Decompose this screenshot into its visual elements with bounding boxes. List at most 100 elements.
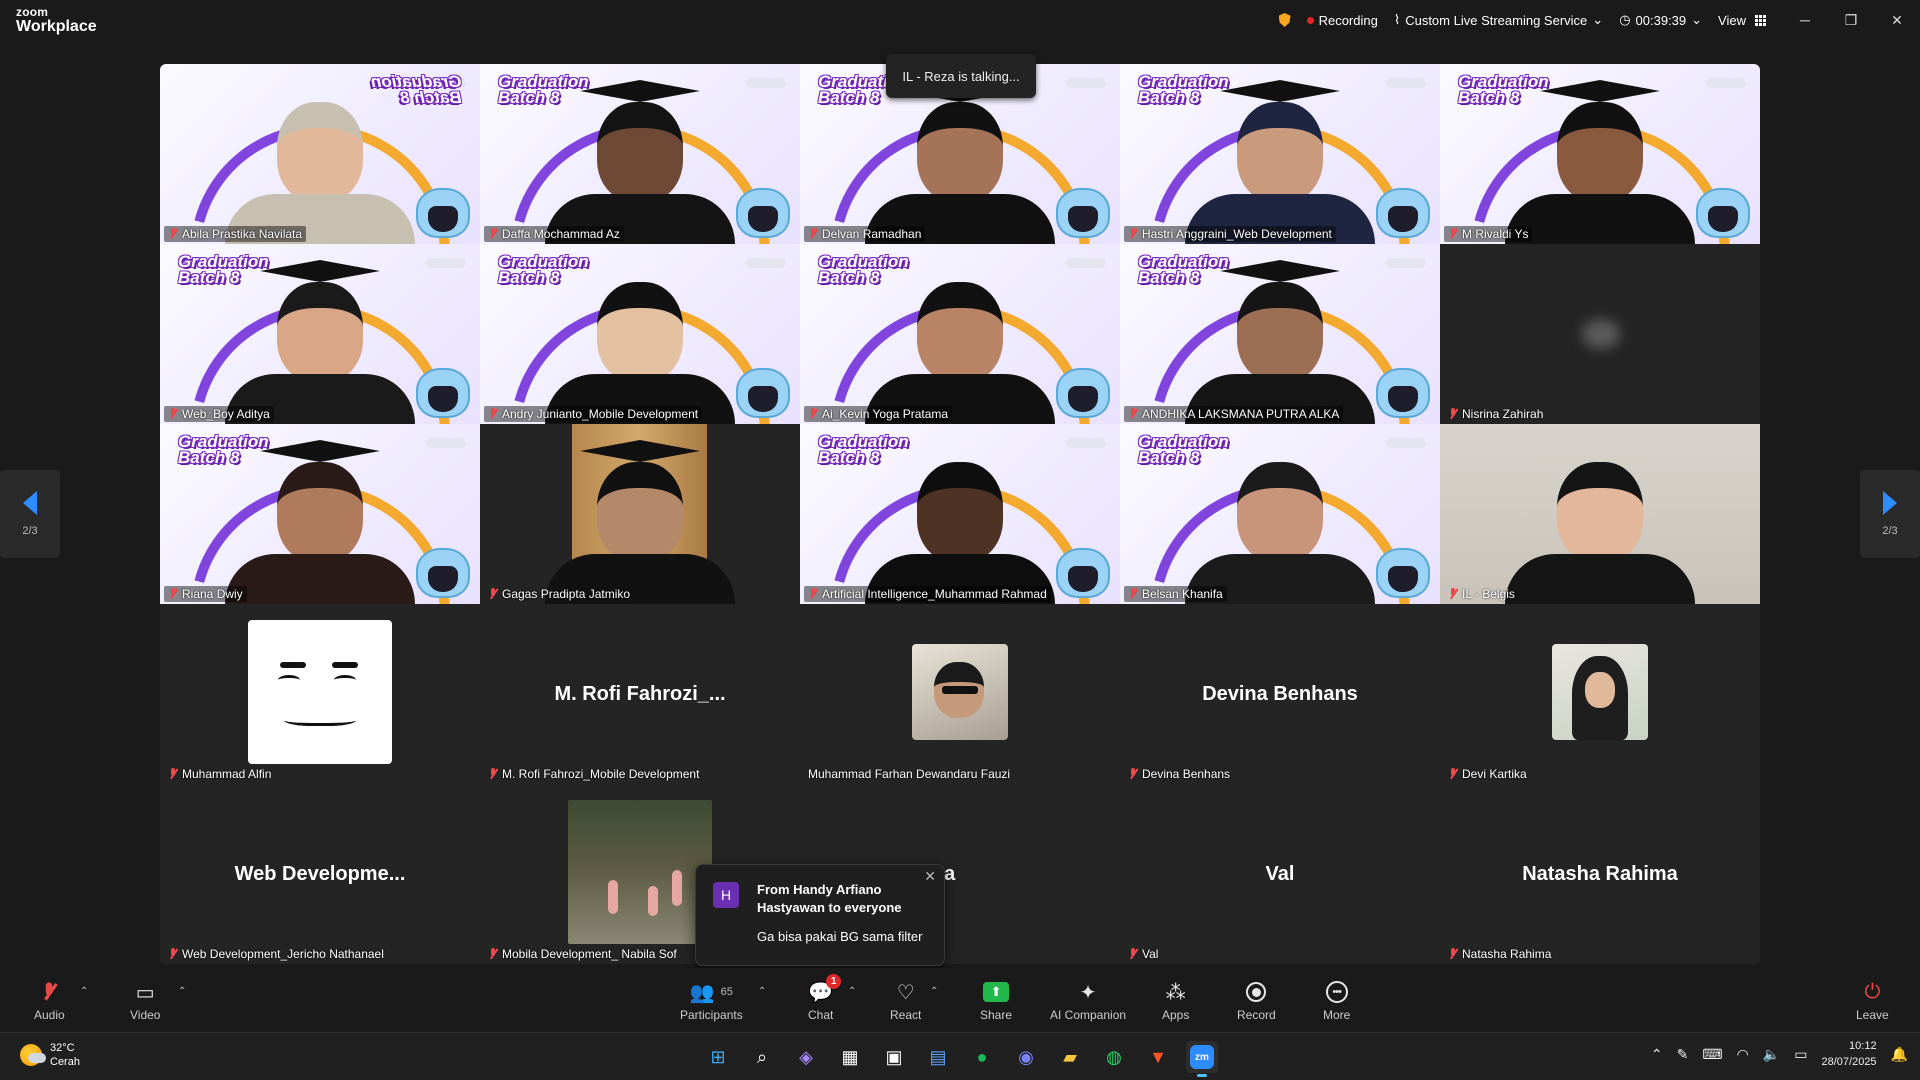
participant-tile[interactable]: Graduation Batch 8 Andry Junianto_Mobile D…: [480, 244, 800, 424]
chevron-down-icon: ⌄: [1691, 12, 1703, 27]
graduation-cap-icon: [1220, 80, 1340, 102]
spotify-button[interactable]: ●: [966, 1041, 998, 1073]
battery-icon[interactable]: ▭: [1794, 1046, 1807, 1063]
participant-tile[interactable]: Muhammad Farhan Dewandaru Fauzi: [800, 604, 1120, 784]
participant-display-name: Natasha Rahima: [1522, 862, 1678, 885]
weather-condition: Cerah: [50, 1056, 80, 1069]
video-button[interactable]: ▭ Video: [130, 980, 160, 1023]
notification-bell-icon[interactable]: 🔔: [1891, 1046, 1908, 1063]
restore-button[interactable]: ❐: [1828, 0, 1874, 40]
mic-muted-icon: [488, 588, 498, 600]
discord-button[interactable]: ◉: [1010, 1041, 1042, 1073]
participant-tile[interactable]: Graduation Batch 8 Hastri Anggraini_Web De…: [1120, 64, 1440, 244]
participant-tile[interactable]: Nisrina Zahirah: [1440, 244, 1760, 424]
participant-tile[interactable]: Muhammad Alfin: [160, 604, 480, 784]
participant-tile[interactable]: Natasha Rahima Natasha Rahima: [1440, 784, 1760, 964]
streaming-menu[interactable]: ⌇ Custom Live Streaming Service ⌄: [1394, 12, 1603, 28]
react-options-caret[interactable]: ⌃: [930, 986, 938, 997]
close-window-button[interactable]: ✕: [1874, 0, 1920, 40]
record-label: Record: [1237, 1008, 1276, 1022]
calculator-button[interactable]: ▦: [834, 1041, 866, 1073]
minimize-button[interactable]: ─: [1782, 0, 1828, 40]
gallery-view: Graduation Batch 8 Abila Prastika Navilata…: [160, 64, 1760, 964]
participant-tile[interactable]: Graduation Batch 8 Riana Dwiy: [160, 424, 480, 604]
participant-tile[interactable]: Graduation Batch 8 Abila Prastika Navilata: [160, 64, 480, 244]
mascot-icon: [736, 368, 790, 418]
mascot-icon: [1696, 188, 1750, 238]
timer-label: 00:39:39: [1635, 12, 1687, 28]
participant-tile[interactable]: Val Val: [1120, 784, 1440, 964]
chevron-up-icon[interactable]: ⌃: [1651, 1046, 1663, 1063]
whatsapp-button[interactable]: ◍: [1098, 1041, 1130, 1073]
mic-muted-icon: [1448, 948, 1458, 960]
view-button[interactable]: View: [1718, 13, 1766, 28]
blurred-avatar: [1582, 319, 1620, 349]
terminal-button[interactable]: ▣: [878, 1041, 910, 1073]
participant-tile[interactable]: IL - Belgis: [1440, 424, 1760, 604]
profile-picture: [912, 644, 1008, 740]
wifi-icon[interactable]: ◠: [1737, 1046, 1749, 1063]
title-bar: zoom Workplace Recording ⌇ Custom Live S…: [0, 0, 1920, 44]
brand-bottom: Workplace: [16, 18, 97, 35]
participant-tile[interactable]: Devi Kartika: [1440, 604, 1760, 784]
brave-button[interactable]: ▼: [1142, 1041, 1174, 1073]
participant-display-name: Devina Benhans: [1202, 682, 1358, 705]
share-button[interactable]: ⬆ Share: [980, 980, 1012, 1022]
leave-button[interactable]: ⏻ Leave: [1856, 980, 1889, 1023]
security-indicator[interactable]: [1278, 13, 1291, 27]
recording-indicator[interactable]: Recording: [1306, 13, 1378, 28]
system-clock[interactable]: 10:12 28/07/2025: [1822, 1039, 1877, 1071]
meeting-timer[interactable]: ◷ 00:39:39 ⌄: [1619, 12, 1702, 28]
participant-nameplate: Devi Kartika: [1444, 766, 1531, 782]
zoom-taskbar-button[interactable]: zm: [1186, 1041, 1218, 1077]
participant-name: Mobila Development_ Nabila Sof: [502, 947, 677, 961]
weather-widget[interactable]: 32°C Cerah: [20, 1041, 80, 1070]
sparkle-icon: ✦: [1079, 981, 1097, 1004]
close-icon[interactable]: ✕: [924, 868, 936, 885]
participant-video: [1185, 80, 1375, 244]
heart-icon: ♡: [896, 981, 915, 1004]
notepad-button[interactable]: ▤: [922, 1041, 954, 1073]
participant-nameplate: Riana Dwiy: [164, 586, 247, 602]
graduation-cap-icon: [260, 440, 380, 462]
participant-tile[interactable]: Graduation Batch 8M Rivaldi Ys: [1440, 64, 1760, 244]
participant-tile[interactable]: Graduation Batch 8 Belsan Khanifa: [1120, 424, 1440, 604]
react-button[interactable]: ♡ React: [890, 980, 921, 1023]
audio-button[interactable]: Audio: [34, 980, 65, 1022]
apps-button[interactable]: ⁂ Apps: [1162, 980, 1189, 1023]
next-page-button[interactable]: 2/3: [1860, 470, 1920, 558]
participant-nameplate: Mobila Development_ Nabila Sof: [484, 946, 681, 962]
chat-options-caret[interactable]: ⌃: [848, 986, 856, 997]
participant-nameplate: Web Development_Jericho Nathanael: [164, 946, 388, 962]
participant-video: [865, 462, 1055, 604]
participant-tile[interactable]: Graduation Batch 8 Daffa Mochammad Az: [480, 64, 800, 244]
participant-tile[interactable]: Graduation Batch 8 Ai_Kevin Yoga Pratama: [800, 244, 1120, 424]
file-explorer-button[interactable]: ▰: [1054, 1041, 1086, 1073]
record-button[interactable]: Record: [1237, 980, 1276, 1022]
pen-icon[interactable]: ✎: [1677, 1046, 1689, 1063]
keyboard-icon[interactable]: ⌨: [1702, 1046, 1722, 1063]
participant-tile[interactable]: Web Developme... Web Development_Jericho …: [160, 784, 480, 964]
participant-video: [545, 440, 735, 604]
participants-button[interactable]: 👥 65 Participants: [680, 980, 743, 1023]
participant-tile[interactable]: Graduation Batch 8 Web_Boy Aditya: [160, 244, 480, 424]
participant-tile[interactable]: Graduation Batch 8 ANDHIKA LAKSMANA PUTRA …: [1120, 244, 1440, 424]
previous-page-button[interactable]: 2/3: [0, 470, 60, 558]
participant-tile[interactable]: M. Rofi Fahrozi_... M. Rofi Fahrozi_Mobil…: [480, 604, 800, 784]
audio-options-caret[interactable]: ⌃: [80, 986, 88, 997]
chat-button[interactable]: 💬 1 Chat: [808, 974, 842, 1022]
more-button[interactable]: ••• More: [1323, 980, 1350, 1022]
participant-tile[interactable]: Devina Benhans Devina Benhans: [1120, 604, 1440, 784]
participant-tile[interactable]: Gagas Pradipta Jatmiko: [480, 424, 800, 604]
volume-icon[interactable]: 🔈: [1763, 1046, 1780, 1063]
video-options-caret[interactable]: ⌃: [178, 986, 186, 997]
participants-options-caret[interactable]: ⌃: [758, 986, 766, 997]
ai-companion-button[interactable]: ✦ AI Companion: [1050, 980, 1126, 1023]
start-button[interactable]: ⊞: [702, 1041, 734, 1073]
chat-notification[interactable]: H From Handy Arfiano Hastyawan to everyo…: [695, 864, 945, 966]
participant-tile[interactable]: Graduation Batch 8 Artificial Intelligence…: [800, 424, 1120, 604]
search-button[interactable]: ⌕: [746, 1041, 778, 1073]
copilot-button[interactable]: ◈: [790, 1041, 822, 1073]
participant-nameplate: Val: [1124, 946, 1162, 962]
participant-nameplate: Artificial Intelligence_Muhammad Rahmad: [804, 586, 1051, 602]
